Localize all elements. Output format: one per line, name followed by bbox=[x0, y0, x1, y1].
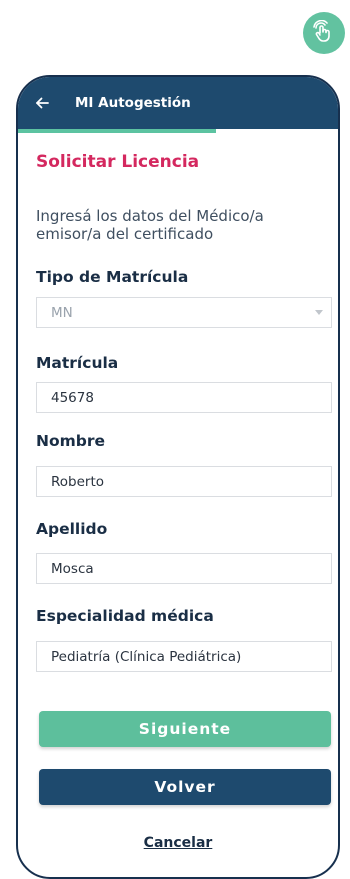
tipo-matricula-select[interactable]: MN bbox=[36, 297, 332, 328]
form-intro: Ingresá los datos del Médico/a emisor/a … bbox=[36, 207, 264, 243]
tipo-matricula-label: Tipo de Matrícula bbox=[36, 268, 189, 286]
matricula-input[interactable]: 45678 bbox=[36, 382, 332, 413]
app-header: MI Autogestión bbox=[18, 77, 338, 129]
apellido-input[interactable]: Mosca bbox=[36, 553, 332, 584]
apellido-label: Apellido bbox=[36, 520, 108, 538]
progress-bar bbox=[18, 129, 217, 133]
header-title: MI Autogestión bbox=[75, 95, 191, 111]
phone-frame: MI Autogestión Solicitar Licencia Ingres… bbox=[16, 75, 340, 879]
next-button[interactable]: Siguiente bbox=[39, 711, 331, 747]
tap-gesture-icon bbox=[303, 12, 345, 54]
nombre-input[interactable]: Roberto bbox=[36, 466, 332, 497]
back-button[interactable]: Volver bbox=[39, 769, 331, 805]
especialidad-label: Especialidad médica bbox=[36, 607, 214, 625]
arrow-left-icon[interactable] bbox=[33, 94, 51, 112]
matricula-label: Matrícula bbox=[36, 354, 119, 372]
cancel-link[interactable]: Cancelar bbox=[18, 835, 338, 851]
chevron-down-icon bbox=[315, 310, 323, 315]
tipo-matricula-value: MN bbox=[51, 304, 73, 321]
form-container: Solicitar Licencia Ingresá los datos del… bbox=[36, 149, 332, 672]
form-title: Solicitar Licencia bbox=[36, 152, 200, 172]
nombre-label: Nombre bbox=[36, 432, 106, 450]
especialidad-input[interactable]: Pediatría (Clínica Pediátrica) bbox=[36, 641, 332, 672]
